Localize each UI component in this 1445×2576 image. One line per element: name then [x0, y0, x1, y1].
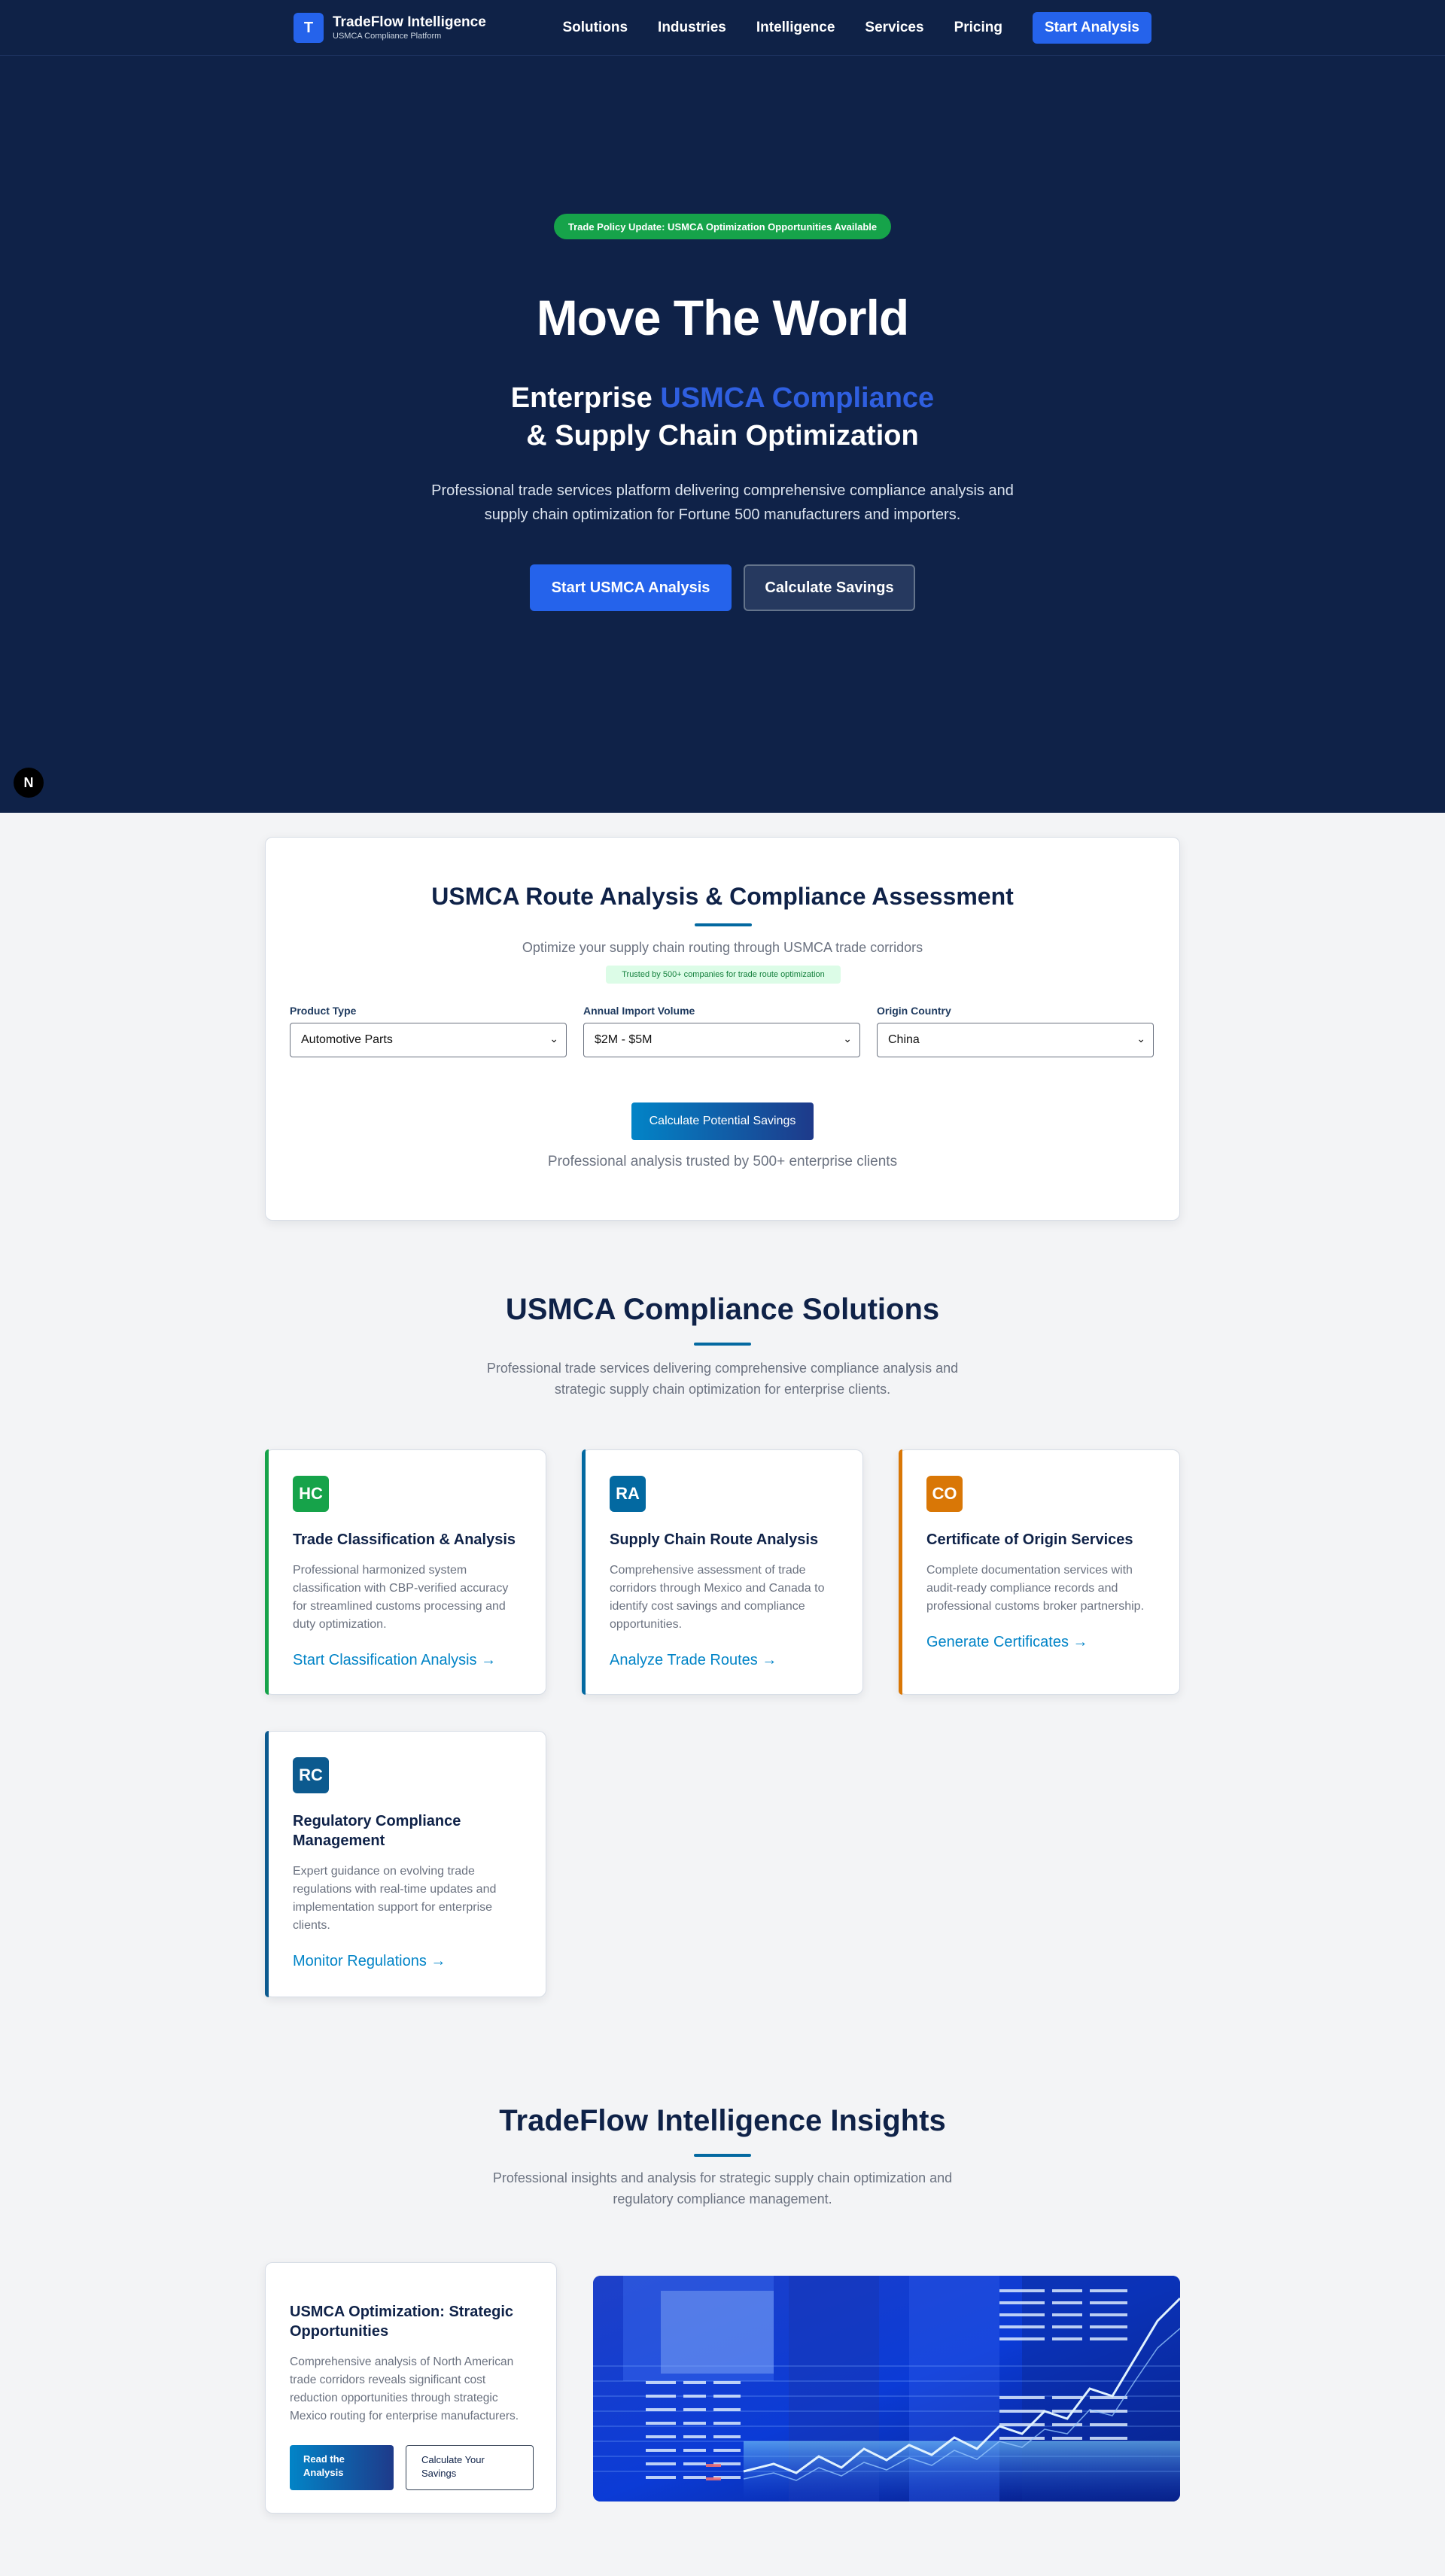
import-volume-field: Annual Import Volume $2M - $5M ⌄ [583, 1005, 860, 1057]
hero-subtitle: Enterprise USMCA Compliance & Supply Cha… [0, 379, 1445, 455]
origin-country-label: Origin Country [877, 1005, 951, 1017]
solution-title: Trade Classification & Analysis [293, 1531, 516, 1548]
solution-card-classification: HC Trade Classification & Analysis Profe… [265, 1449, 546, 1695]
solution-title: Certificate of Origin Services [926, 1531, 1133, 1548]
brand[interactable]: TradeFlow Intelligence USMCA Compliance … [333, 14, 486, 41]
classification-icon: HC [293, 1476, 329, 1512]
origin-country-select[interactable]: China ⌄ [877, 1023, 1154, 1057]
product-type-select[interactable]: Automotive Parts ⌄ [290, 1023, 567, 1057]
chevron-down-icon: ⌄ [549, 1033, 558, 1045]
card-accent-stripe [582, 1449, 586, 1695]
top-nav: T TradeFlow Intelligence USMCA Complianc… [0, 0, 1445, 56]
solution-title: Supply Chain Route Analysis [610, 1531, 819, 1548]
hero-section: Trade Policy Update: USMCA Optimization … [0, 56, 1445, 813]
solution-card-certificate: CO Certificate of Origin Services Comple… [899, 1449, 1180, 1695]
import-volume-value: $2M - $5M [595, 1033, 653, 1046]
solution-description: Professional harmonized system classific… [293, 1564, 509, 1631]
solution-card-route-analysis: RA Supply Chain Route Analysis Comprehen… [582, 1449, 863, 1695]
product-type-field: Product Type Automotive Parts ⌄ [290, 1005, 567, 1057]
stock-market-image [593, 2276, 1180, 2501]
insights-title: TradeFlow Intelligence Insights [499, 2104, 946, 2137]
hero-subtitle-line2: & Supply Chain Optimization [526, 420, 919, 452]
solution-title: Regulatory Compliance Management [293, 1813, 461, 1849]
regulatory-icon: RC [293, 1757, 329, 1793]
origin-country-value: China [888, 1033, 920, 1046]
solutions-title: USMCA Compliance Solutions [505, 1293, 940, 1326]
hero-title: Move The World [536, 290, 909, 345]
monitor-regulations-link[interactable]: Monitor Regulations → [293, 1953, 446, 1970]
solutions-description: Professional trade services delivering c… [486, 1361, 959, 1397]
nav-link-services[interactable]: Services [865, 20, 923, 36]
route-analysis-description: Optimize your supply chain routing throu… [522, 940, 923, 955]
origin-country-field: Origin Country China ⌄ [877, 1005, 1154, 1057]
calculate-your-savings-button[interactable]: Calculate Your Savings [406, 2445, 534, 2490]
route-analysis-icon: RA [610, 1476, 646, 1512]
product-type-value: Automotive Parts [301, 1033, 393, 1046]
calculate-savings-button[interactable]: Calculate Savings [744, 564, 915, 611]
market-board-graphic [593, 2276, 1180, 2501]
solution-description: Complete documentation services with aud… [926, 1564, 1145, 1613]
insight-card: USMCA Optimization: Strategic Opportunit… [265, 2262, 557, 2514]
nav-link-intelligence[interactable]: Intelligence [756, 20, 835, 36]
certificate-icon: CO [926, 1476, 963, 1512]
calculate-potential-savings-button[interactable]: Calculate Potential Savings [631, 1102, 814, 1140]
nav-link-solutions[interactable]: Solutions [562, 20, 628, 36]
hero-description: Professional trade services platform del… [431, 482, 1014, 523]
brand-name: TradeFlow Intelligence [333, 14, 486, 30]
nav-link-industries[interactable]: Industries [658, 20, 726, 36]
start-usmca-analysis-button[interactable]: Start USMCA Analysis [530, 564, 732, 611]
card-accent-stripe [265, 1731, 269, 1997]
nav-link-pricing[interactable]: Pricing [954, 20, 1002, 36]
analyze-trade-routes-link[interactable]: Analyze Trade Routes → [610, 1652, 777, 1669]
start-classification-link[interactable]: Start Classification Analysis → [293, 1652, 496, 1669]
chevron-down-icon: ⌄ [1136, 1033, 1145, 1045]
solution-card-regulatory: RC Regulatory Compliance Management Expe… [265, 1731, 546, 1997]
generate-certificates-link[interactable]: Generate Certificates → [926, 1634, 1088, 1651]
logo-icon[interactable]: T [294, 13, 324, 43]
route-analysis-card: USMCA Route Analysis & Compliance Assess… [265, 837, 1180, 1221]
solutions-underline [694, 1343, 751, 1346]
solution-description: Comprehensive assessment of trade corrid… [610, 1564, 825, 1631]
insight-title: USMCA Optimization: Strategic Opportunit… [290, 2304, 514, 2340]
insight-description: Comprehensive analysis of North American… [290, 2356, 519, 2422]
policy-update-badge: Trade Policy Update: USMCA Optimization … [554, 214, 891, 239]
route-analysis-title: USMCA Route Analysis & Compliance Assess… [431, 883, 1014, 910]
solution-description: Expert guidance on evolving trade regula… [293, 1865, 497, 1932]
insights-underline [694, 2154, 751, 2157]
chevron-down-icon: ⌄ [843, 1033, 852, 1045]
card-accent-stripe [265, 1449, 269, 1695]
dev-indicator-icon[interactable]: N [14, 768, 44, 798]
insights-description: Professional insights and analysis for s… [492, 2170, 953, 2206]
card-accent-stripe [899, 1449, 902, 1695]
hero-subtitle-prefix: Enterprise [510, 382, 661, 414]
start-analysis-button[interactable]: Start Analysis [1032, 12, 1151, 44]
read-analysis-button[interactable]: Read the Analysis [290, 2445, 394, 2490]
trust-badge: Trusted by 500+ companies for trade rout… [606, 966, 841, 984]
brand-subtitle: USMCA Compliance Platform [333, 32, 442, 41]
route-analysis-footer: Professional analysis trusted by 500+ en… [547, 1154, 898, 1169]
import-volume-label: Annual Import Volume [583, 1005, 695, 1017]
product-type-label: Product Type [290, 1005, 357, 1017]
import-volume-select[interactable]: $2M - $5M ⌄ [583, 1023, 860, 1057]
hero-subtitle-accent: USMCA Compliance [660, 382, 935, 414]
title-underline [695, 923, 752, 926]
